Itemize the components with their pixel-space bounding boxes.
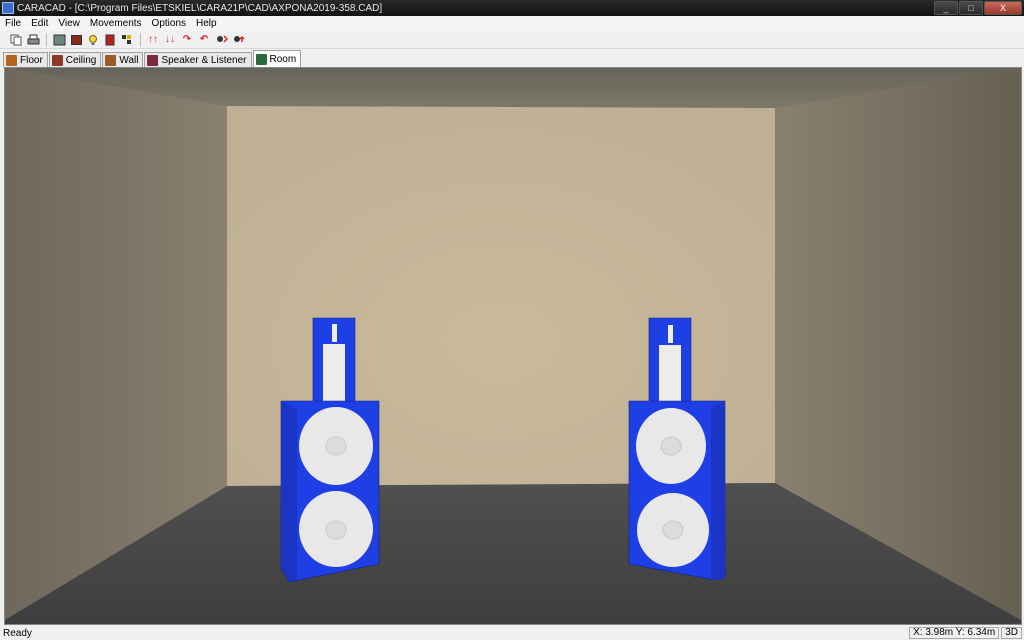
light-bulb-icon[interactable] — [85, 32, 101, 47]
app-icon — [2, 2, 14, 14]
copy-icon[interactable] — [8, 32, 24, 47]
menu-help[interactable]: Help — [191, 18, 222, 29]
menu-view[interactable]: View — [53, 18, 85, 29]
coordinate-readout: X: 3.98m Y: 6.34m — [909, 627, 1000, 639]
menu-file[interactable]: File — [0, 18, 26, 29]
tab-room[interactable]: Room — [252, 50, 302, 67]
tab-speaker-listener[interactable]: Speaker & Listener — [144, 52, 252, 67]
tab-floor-label: Floor — [20, 54, 43, 66]
close-button[interactable]: X — [984, 1, 1022, 15]
speaker-listener-icon — [147, 54, 159, 66]
rotate-left-icon[interactable]: ↶ — [196, 32, 212, 47]
wall-tab-icon — [105, 54, 117, 66]
menu-options[interactable]: Options — [147, 18, 191, 29]
speaker-right-woofer-bottom-dust-cap — [662, 520, 684, 540]
tab-bar: Floor Ceiling Wall Speaker & Listener Ro… — [0, 49, 1024, 67]
wall-icon[interactable] — [68, 32, 84, 47]
menu-movements[interactable]: Movements — [85, 18, 147, 29]
floor-icon — [6, 54, 17, 66]
speaker-right-tweeter-slot — [668, 325, 673, 343]
person-icon[interactable] — [119, 32, 135, 47]
speaker-right-cabinet-side — [711, 401, 725, 580]
tab-ceiling-label: Ceiling — [65, 54, 97, 66]
tab-wall-label: Wall — [119, 54, 139, 66]
listener-rotate-icon[interactable] — [213, 32, 229, 47]
tab-floor[interactable]: Floor — [3, 52, 48, 67]
status-bar: Ready X: 3.98m Y: 6.34m 3D — [0, 626, 1024, 640]
tab-ceiling[interactable]: Ceiling — [48, 52, 102, 67]
print-icon[interactable] — [25, 32, 41, 47]
move-up-icon[interactable]: ↑↑ — [145, 32, 161, 47]
tab-speaker-listener-label: Speaker & Listener — [161, 54, 247, 66]
speaker-left-tweeter — [323, 344, 345, 402]
maximize-button[interactable]: □ — [959, 1, 983, 15]
room-icon — [255, 53, 267, 65]
room-3d-view[interactable] — [4, 67, 1022, 625]
room-view-icon[interactable] — [51, 32, 67, 47]
menu-edit[interactable]: Edit — [26, 18, 53, 29]
menu-bar: File Edit View Movements Options Help — [0, 16, 1024, 31]
toolbar-separator — [140, 32, 141, 47]
listener-rotate-back-icon[interactable] — [230, 32, 246, 47]
view-mode-indicator: 3D — [1001, 627, 1022, 639]
speaker-right-woofer-top-dust-cap — [660, 436, 682, 456]
tab-room-label: Room — [269, 53, 297, 65]
speaker-left-woofer-bottom-dust-cap — [325, 520, 347, 540]
minimize-button[interactable]: _ — [934, 1, 958, 15]
speaker-left-woofer-top-dust-cap — [325, 436, 347, 456]
tab-wall[interactable]: Wall — [102, 52, 144, 67]
ceiling-icon — [51, 54, 63, 66]
move-down-icon[interactable]: ↓↓ — [162, 32, 178, 47]
speaker-left-cabinet-side — [281, 401, 297, 582]
room-scene — [5, 68, 1021, 624]
window-title: CARACAD - [C:\Program Files\ETSKIEL\CARA… — [17, 2, 383, 14]
toolbar-separator — [46, 32, 47, 47]
toolbar: ↑↑ ↓↓ ↷ ↶ — [0, 31, 1024, 49]
speaker-left-tweeter-slot — [332, 324, 337, 342]
status-text: Ready — [3, 627, 32, 639]
speaker-icon[interactable] — [102, 32, 118, 47]
title-bar: CARACAD - [C:\Program Files\ETSKIEL\CARA… — [0, 0, 1024, 16]
speaker-right-tweeter — [659, 345, 681, 403]
rotate-right-icon[interactable]: ↷ — [179, 32, 195, 47]
